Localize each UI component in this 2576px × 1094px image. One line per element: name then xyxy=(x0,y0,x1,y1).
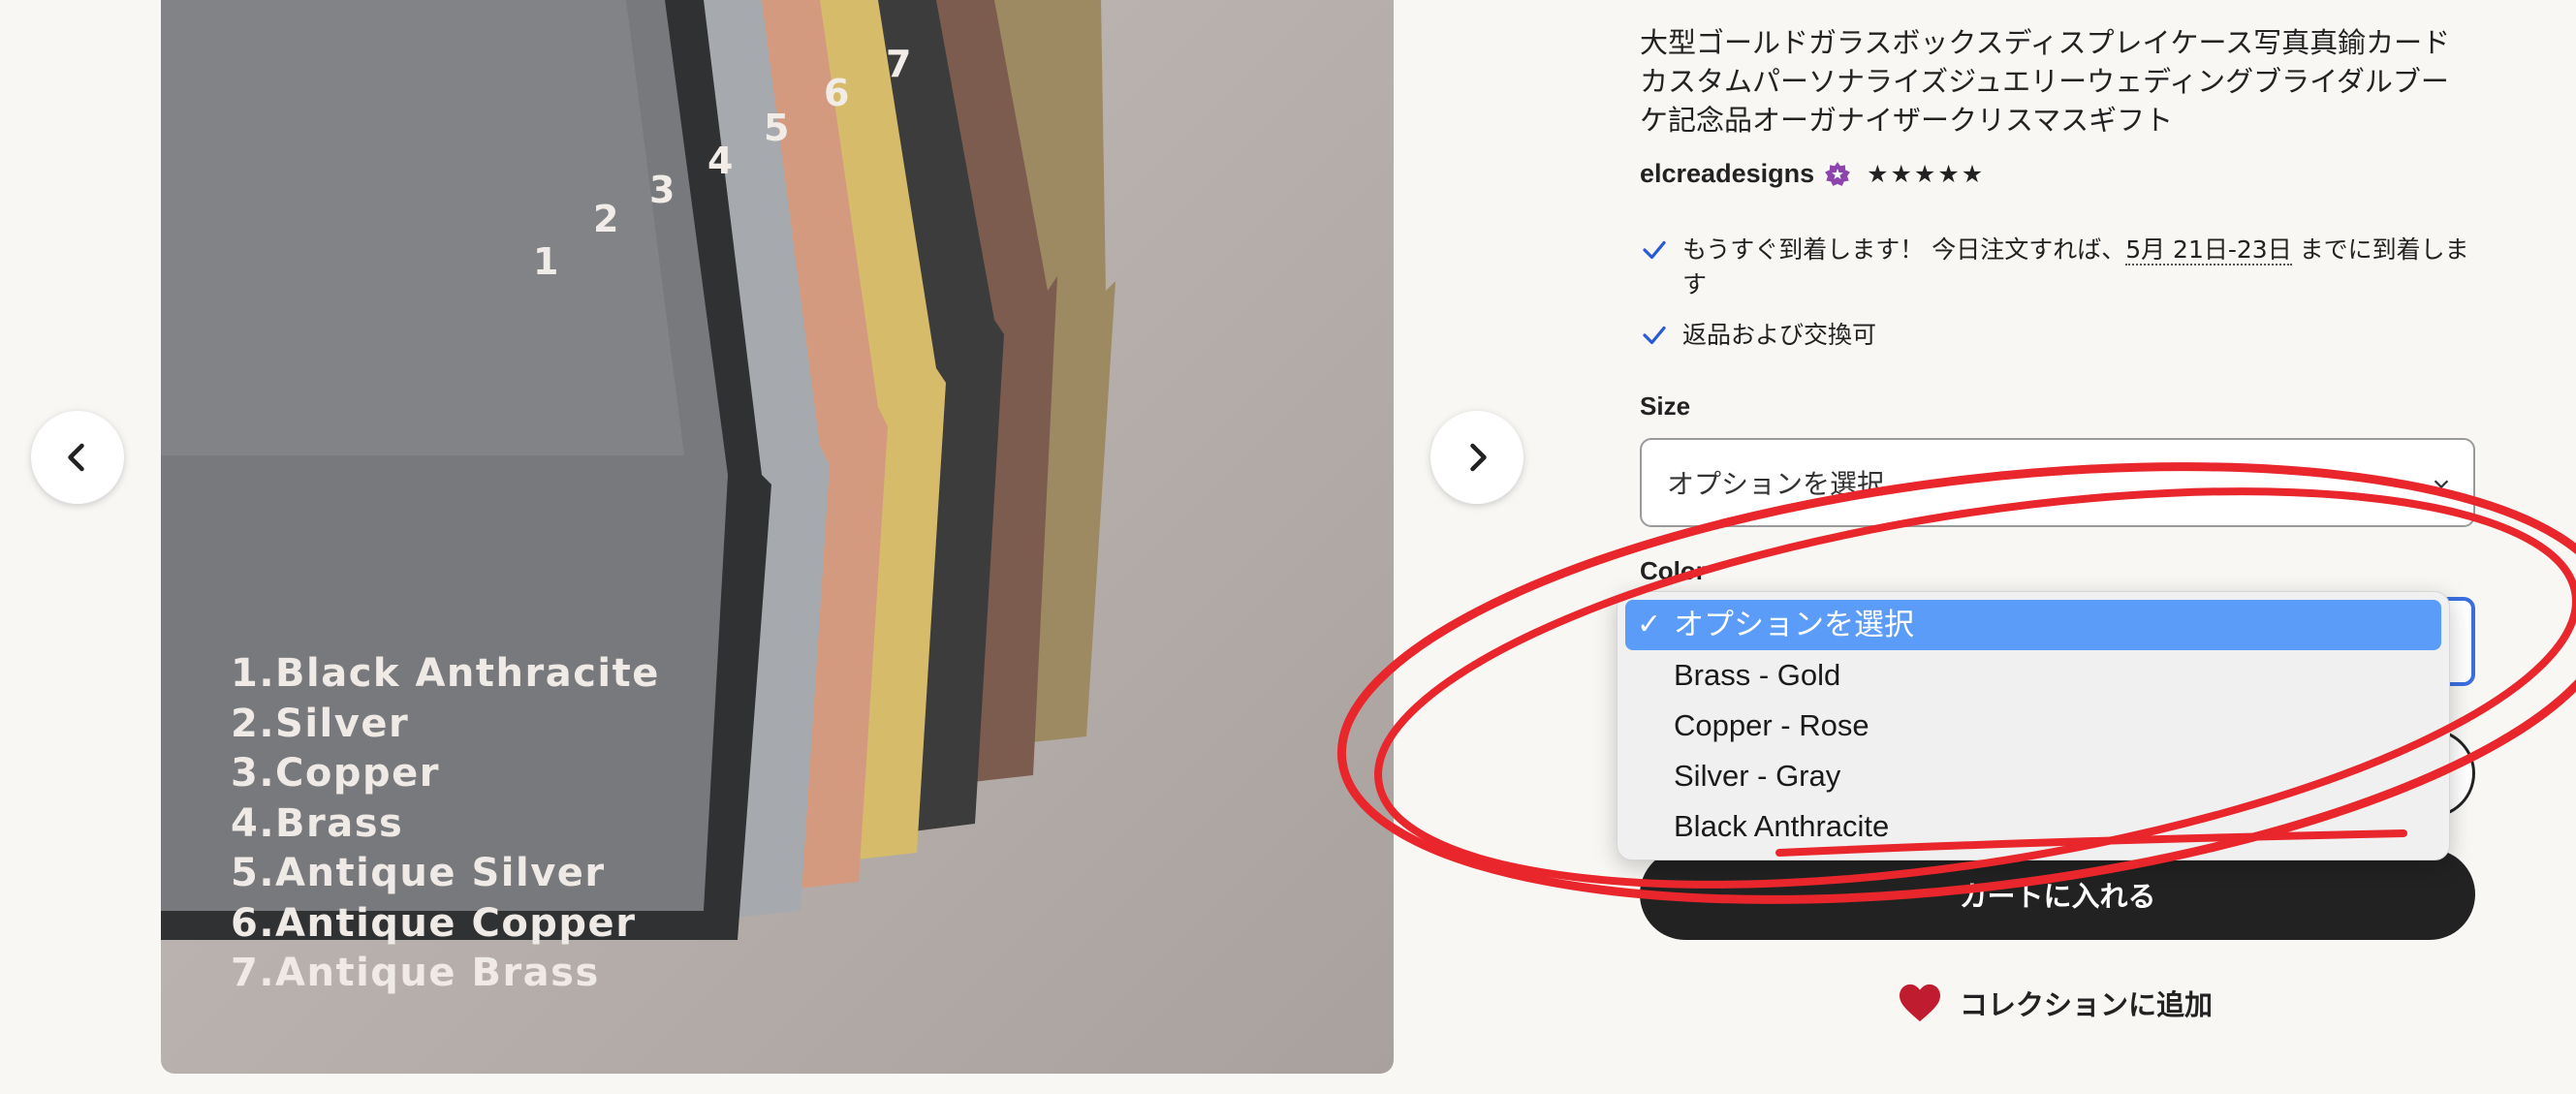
size-select[interactable]: オプションを選択 xyxy=(1640,438,2475,527)
option-label: Copper - Rose xyxy=(1674,708,1869,742)
size-label: Size xyxy=(1640,391,1691,421)
product-image: 1 2 3 4 5 6 7 1.Black Anthracite 2.Silve… xyxy=(161,0,1394,1074)
chevron-down-icon xyxy=(2434,480,2449,489)
option-label: オプションを選択 xyxy=(1674,608,1914,641)
frame-number: 7 xyxy=(886,43,912,85)
frame-number: 2 xyxy=(593,198,619,240)
checkmark-icon xyxy=(1643,240,1666,260)
legend-item: 6.Antique Copper xyxy=(231,900,637,946)
listing-title: 大型ゴールドガラスボックスディスプレイケース写真真鍮カードカスタムパーソナライズ… xyxy=(1640,26,2451,137)
legend-item: 3.Copper xyxy=(231,751,440,796)
color-legend: 1.Black Anthracite 2.Silver 3.Copper 4.B… xyxy=(231,649,660,999)
color-option-brass-gold[interactable]: Brass - Gold xyxy=(1625,650,2441,701)
delivery-info: もうすぐ到着します！ 今日注文すれば、5月 21日-23日 までに到着します xyxy=(1640,233,2473,302)
add-to-collection-label: コレクションに追加 xyxy=(1960,988,2214,1021)
legend-item: 2.Silver xyxy=(231,701,410,746)
frame-number: 6 xyxy=(824,72,850,114)
color-option-black-anthracite[interactable]: Black Anthracite xyxy=(1625,801,2441,852)
checkmark-icon: ✓ xyxy=(1637,609,1662,641)
legend-item: 4.Brass xyxy=(231,800,404,846)
add-to-collection-button[interactable]: コレクションに追加 xyxy=(1898,983,2213,1023)
shop-name-link[interactable]: elcreadesigns xyxy=(1640,159,1814,189)
size-select-value: オプションを選択 xyxy=(1667,468,1885,500)
frame-number: 4 xyxy=(707,140,734,182)
chevron-right-icon xyxy=(1470,443,1487,472)
delivery-date[interactable]: 5月 21日-23日 xyxy=(2125,235,2292,266)
previous-image-button[interactable] xyxy=(31,411,124,504)
chevron-left-icon xyxy=(68,443,84,472)
add-to-cart-button[interactable]: カートに入れる xyxy=(1640,849,2475,940)
option-label: Black Anthracite xyxy=(1674,809,1890,843)
legend-item: 1.Black Anthracite xyxy=(231,651,660,696)
frame-number: 3 xyxy=(649,169,675,211)
legend-item: 5.Antique Silver xyxy=(231,851,606,895)
legend-item: 7.Antique Brass xyxy=(231,951,600,995)
star-seller-badge-icon xyxy=(1825,161,1850,186)
frame-number: 1 xyxy=(533,240,559,283)
heart-icon xyxy=(1900,984,1940,1022)
checkmark-icon xyxy=(1643,326,1666,345)
rating-stars: ★★★★★ xyxy=(1867,160,1986,188)
next-image-button[interactable] xyxy=(1430,411,1524,504)
color-label: Color xyxy=(1640,556,1706,585)
shop-row: elcreadesigns ★★★★★ xyxy=(1640,159,1985,189)
delivery-text: もうすぐ到着します！ 今日注文すれば、5月 21日-23日 までに到着します xyxy=(1682,235,2469,298)
color-dropdown-menu: ✓ オプションを選択 Brass - Gold Copper - Rose Si… xyxy=(1617,591,2450,860)
returns-info: 返品および交換可 xyxy=(1640,318,1876,353)
color-option-copper-rose[interactable]: Copper - Rose xyxy=(1625,701,2441,751)
color-option-default[interactable]: ✓ オプションを選択 xyxy=(1625,600,2441,650)
frame-number: 5 xyxy=(764,107,790,149)
color-option-silver-gray[interactable]: Silver - Gray xyxy=(1625,751,2441,801)
returns-text: 返品および交換可 xyxy=(1682,321,1877,349)
option-label: Silver - Gray xyxy=(1674,759,1841,793)
option-label: Brass - Gold xyxy=(1674,658,1841,692)
